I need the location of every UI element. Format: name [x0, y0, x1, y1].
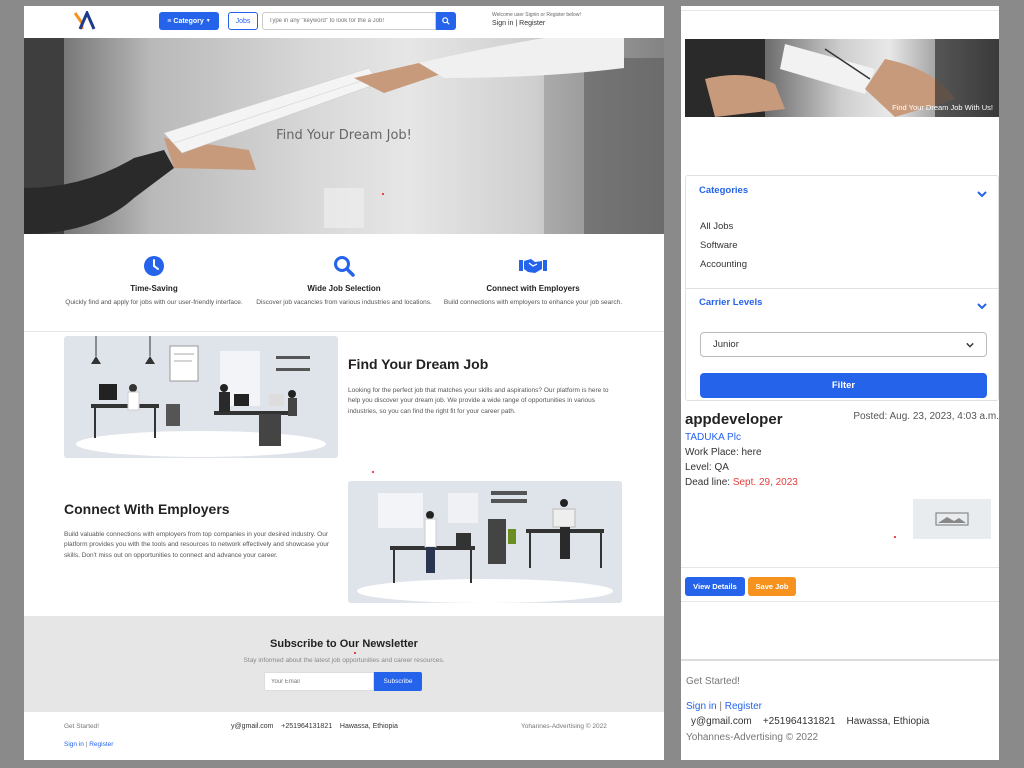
- signin-link[interactable]: Sign in: [492, 20, 513, 27]
- footer-get-started: Get Started!: [686, 676, 740, 687]
- filter-divider: [686, 288, 998, 289]
- feature-title: Connect with Employers: [486, 284, 580, 293]
- category-dropdown-button[interactable]: ≡ Category ▼: [159, 12, 219, 30]
- feature-text: Build connections with employers to enha…: [443, 299, 623, 306]
- workspace-illustration: [348, 481, 622, 603]
- auth-separator: |: [515, 20, 518, 27]
- footer-separator: |: [85, 741, 88, 748]
- jobs-button[interactable]: Jobs: [228, 12, 258, 30]
- site-logo[interactable]: [74, 11, 96, 31]
- footer-contact: y@gmail.com +251964131821 Hawassa, Ethio…: [231, 723, 398, 730]
- chevron-down-icon[interactable]: [977, 301, 987, 311]
- job-deadline: Dead line: Sept. 29, 2023: [685, 477, 798, 488]
- feature-text: Discover job vacancies from various indu…: [256, 299, 432, 306]
- footer-copyright: Yohannes-Advertising © 2022: [686, 732, 819, 743]
- footer-location: Hawassa, Ethiopia: [339, 723, 398, 730]
- feature-text: Quickly find and apply for jobs with our…: [65, 299, 243, 306]
- feature-time-saving: Time-Saving Quickly find and apply for j…: [59, 254, 249, 308]
- level-select-value: Junior: [713, 339, 739, 350]
- job-listing-panel: Find Your Dream Job With Us! Categories …: [681, 6, 999, 760]
- red-marker: [894, 536, 896, 538]
- subscribe-button[interactable]: Subscribe: [374, 672, 422, 691]
- footer-divider: [681, 659, 999, 661]
- hero-title: Find Your Dream Job!: [276, 128, 412, 143]
- find-job-heading: Find Your Dream Job: [348, 356, 489, 372]
- footer-separator: |: [719, 701, 722, 712]
- red-marker: [372, 471, 374, 473]
- filter-panel: Categories All Jobs Software Accounting …: [685, 175, 999, 401]
- handshake-icon: [519, 259, 547, 273]
- office-illustration: [64, 336, 338, 458]
- category-item-accounting[interactable]: Accounting: [700, 259, 747, 270]
- newsletter-email-input[interactable]: [264, 672, 374, 691]
- newsletter-title: Subscribe to Our Newsletter: [270, 638, 418, 650]
- search-button[interactable]: [436, 12, 456, 30]
- newsletter-section: Subscribe to Our Newsletter Stay informe…: [24, 616, 664, 712]
- top-divider: [681, 10, 999, 11]
- category-item-all-jobs[interactable]: All Jobs: [700, 221, 733, 232]
- categories-heading[interactable]: Categories: [699, 185, 748, 196]
- welcome-text: Welcome user Signin or Register below!: [492, 12, 581, 18]
- red-marker: [382, 193, 384, 195]
- connect-employers-text: Build valuable connections with employer…: [64, 531, 330, 559]
- footer-auth-links: Sign in | Register: [686, 701, 762, 712]
- image-placeholder-icon: [935, 512, 969, 526]
- job-company-link[interactable]: TADUKA Plc: [685, 432, 741, 443]
- chevron-down-icon[interactable]: [977, 189, 987, 199]
- search-icon: [334, 256, 355, 277]
- search-icon: [442, 17, 450, 25]
- view-details-button[interactable]: View Details: [685, 577, 745, 596]
- search-input[interactable]: [262, 12, 436, 30]
- menu-icon: ≡: [167, 17, 172, 25]
- feature-connect: Connect with Employers Build connections…: [438, 254, 628, 308]
- deadline-label: Dead line:: [685, 477, 731, 488]
- hero-banner: Find Your Dream Job!: [24, 38, 664, 234]
- feature-title: Time-Saving: [130, 284, 178, 293]
- footer-phone: +251964131821: [281, 723, 333, 730]
- caret-down-icon: ▼: [205, 18, 211, 24]
- level-select[interactable]: Junior: [700, 332, 987, 357]
- job-level: Level: QA: [685, 462, 729, 473]
- job-posted-date: Posted: Aug. 23, 2023, 4:03 a.m.: [853, 411, 999, 422]
- footer-copyright: Yohannes-Advertising © 2022: [521, 723, 607, 730]
- features-section: Time-Saving Quickly find and apply for j…: [24, 234, 664, 332]
- footer-email[interactable]: y@gmail.com: [691, 716, 752, 727]
- category-label: Category: [173, 17, 204, 25]
- footer-email[interactable]: y@gmail.com: [231, 723, 274, 730]
- banner-text: Find Your Dream Job With Us!: [892, 103, 993, 112]
- select-caret-icon: [966, 342, 974, 348]
- footer-register-link[interactable]: Register: [89, 741, 113, 748]
- footer-get-started: Get Started!: [64, 723, 100, 730]
- feature-wide-selection: Wide Job Selection Discover job vacancie…: [249, 254, 439, 308]
- footer-auth-links: Sign in | Register: [64, 741, 113, 748]
- feature-title: Wide Job Selection: [307, 284, 381, 293]
- job-banner: Find Your Dream Job With Us!: [685, 39, 999, 117]
- homepage-panel: ≡ Category ▼ Jobs Welcome user Signin or…: [24, 6, 664, 760]
- register-link[interactable]: Register: [519, 20, 545, 27]
- find-job-text: Looking for the perfect job that matches…: [348, 387, 609, 415]
- auth-links: Sign in | Register: [492, 20, 545, 27]
- footer-signin-link[interactable]: Sign in: [64, 741, 84, 748]
- job-divider: [681, 567, 999, 568]
- top-navbar: ≡ Category ▼ Jobs Welcome user Signin or…: [24, 6, 664, 38]
- footer-phone: +251964131821: [762, 716, 836, 727]
- job-workplace: Work Place: here: [685, 447, 762, 458]
- job-thumbnail: [913, 499, 991, 539]
- category-item-software[interactable]: Software: [700, 240, 738, 251]
- filter-button[interactable]: Filter: [700, 373, 987, 398]
- red-marker: [354, 652, 356, 654]
- job-divider: [681, 601, 999, 602]
- carrier-levels-heading[interactable]: Carrier Levels: [699, 297, 762, 308]
- clock-icon: [144, 256, 164, 276]
- connect-employers-heading: Connect With Employers: [64, 501, 230, 517]
- deadline-value: Sept. 29, 2023: [732, 477, 798, 488]
- footer-signin-link[interactable]: Sign in: [686, 701, 717, 712]
- footer-register-link[interactable]: Register: [725, 701, 762, 712]
- job-title[interactable]: appdeveloper: [685, 411, 783, 428]
- save-job-button[interactable]: Save Job: [748, 577, 796, 596]
- footer-contact: y@gmail.com +251964131821 Hawassa, Ethio…: [691, 716, 929, 727]
- newsletter-subtitle: Stay informed about the latest job oppor…: [243, 657, 445, 664]
- footer-location: Hawassa, Ethiopia: [846, 716, 930, 727]
